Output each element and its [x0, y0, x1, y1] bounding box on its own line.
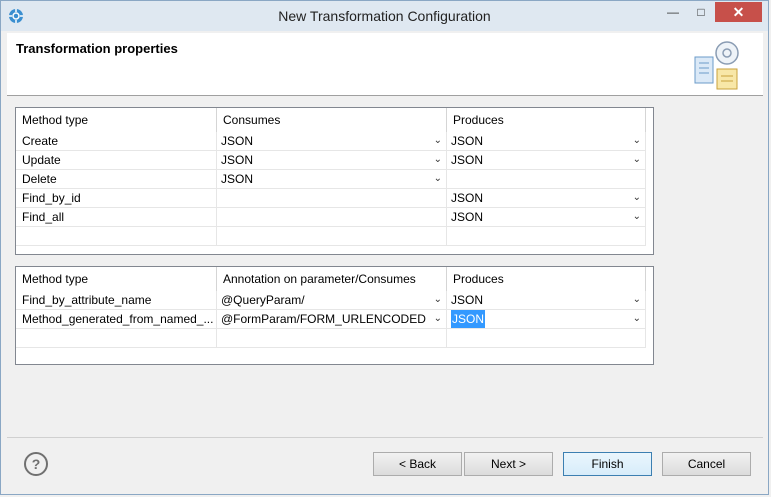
method-type-cell: Update [16, 151, 217, 169]
chevron-down-icon[interactable]: ⌄ [434, 170, 442, 188]
empty-cell [16, 329, 217, 347]
annotation-combo[interactable]: @FormParam/FORM_URLENCODED ⌄ [219, 310, 446, 328]
column-header-produces[interactable]: Produces [447, 267, 646, 291]
consumes-cell-empty[interactable] [217, 189, 447, 207]
table-row-empty [16, 227, 646, 246]
consumes-cell-empty[interactable] [217, 208, 447, 226]
back-button[interactable]: < Back [373, 452, 462, 476]
produces-combo[interactable]: JSON ⌄ [449, 189, 645, 207]
consumes-combo[interactable]: JSON ⌄ [219, 170, 446, 188]
column-header-method-type[interactable]: Method type [16, 267, 217, 291]
named-methods-table[interactable]: Method type Annotation on parameter/Cons… [15, 266, 654, 365]
column-header-produces[interactable]: Produces [447, 108, 646, 132]
produces-combo[interactable]: JSON ⌄ [449, 132, 645, 150]
table-row[interactable]: Find_by_attribute_name @QueryParam/⌄ JSO… [16, 291, 646, 310]
chevron-down-icon[interactable]: ⌄ [633, 208, 641, 226]
wizard-header: Transformation properties [7, 33, 763, 96]
table-row[interactable]: Find_by_id JSON ⌄ [16, 189, 646, 208]
help-icon[interactable]: ? [24, 452, 48, 476]
table-row[interactable]: Find_all JSON ⌄ [16, 208, 646, 227]
chevron-down-icon[interactable]: ⌄ [633, 132, 641, 150]
cancel-button[interactable]: Cancel [662, 452, 751, 476]
method-type-cell: Method_generated_from_named_... [16, 310, 217, 328]
chevron-down-icon[interactable]: ⌄ [633, 189, 641, 207]
chevron-down-icon[interactable]: ⌄ [434, 291, 442, 309]
produces-combo[interactable]: JSON ⌄ [449, 151, 645, 169]
empty-cell [217, 329, 447, 347]
produces-combo[interactable]: JSON ⌄ [449, 208, 645, 226]
method-type-cell: Find_all [16, 208, 217, 226]
chevron-down-icon[interactable]: ⌄ [434, 132, 442, 150]
method-type-cell: Delete [16, 170, 217, 188]
wizard-banner-icon [694, 41, 739, 90]
maximize-button[interactable]: □ [688, 2, 714, 22]
produces-cell-empty[interactable] [447, 170, 646, 188]
chevron-down-icon[interactable]: ⌄ [633, 310, 641, 328]
methods-table[interactable]: Method type Consumes Produces Create JSO… [15, 107, 654, 255]
table-row[interactable]: Method_generated_from_named_... @FormPar… [16, 310, 646, 329]
table-row-empty [16, 329, 646, 348]
finish-button[interactable]: Finish [563, 452, 652, 476]
next-button[interactable]: Next > [464, 452, 553, 476]
window-title: New Transformation Configuration [278, 8, 491, 24]
table-row[interactable]: Create JSON ⌄ JSON ⌄ [16, 132, 646, 151]
empty-cell [16, 227, 217, 245]
table-row[interactable]: Update JSON ⌄ JSON ⌄ [16, 151, 646, 170]
column-header-annotation-consumes[interactable]: Annotation on parameter/Consumes [217, 267, 447, 291]
title-bar: New Transformation Configuration — □ ✕ [1, 1, 768, 31]
column-header-method-type[interactable]: Method type [16, 108, 217, 132]
chevron-down-icon[interactable]: ⌄ [434, 310, 442, 328]
table-row[interactable]: Delete JSON ⌄ [16, 170, 646, 189]
empty-cell [447, 227, 646, 245]
consumes-combo[interactable]: JSON ⌄ [219, 151, 446, 169]
chevron-down-icon[interactable]: ⌄ [434, 151, 442, 169]
chevron-down-icon[interactable]: ⌄ [633, 291, 641, 309]
button-bar-separator [7, 437, 763, 438]
empty-cell [217, 227, 447, 245]
annotation-combo[interactable]: @QueryParam/⌄ [219, 291, 446, 309]
dialog-window: New Transformation Configuration — □ ✕ T… [0, 0, 769, 495]
empty-cell [447, 329, 646, 347]
method-type-cell: Create [16, 132, 217, 150]
minimize-button[interactable]: — [660, 2, 686, 22]
chevron-down-icon[interactable]: ⌄ [633, 151, 641, 169]
close-button[interactable]: ✕ [715, 2, 762, 22]
produces-combo[interactable]: JSON ⌄ [449, 291, 645, 309]
consumes-combo[interactable]: JSON ⌄ [219, 132, 446, 150]
method-type-cell: Find_by_id [16, 189, 217, 207]
method-type-cell: Find_by_attribute_name [16, 291, 217, 309]
column-header-consumes[interactable]: Consumes [217, 108, 447, 132]
page-title: Transformation properties [16, 41, 178, 56]
produces-combo-focused[interactable]: JSON ⌄ [449, 310, 645, 328]
